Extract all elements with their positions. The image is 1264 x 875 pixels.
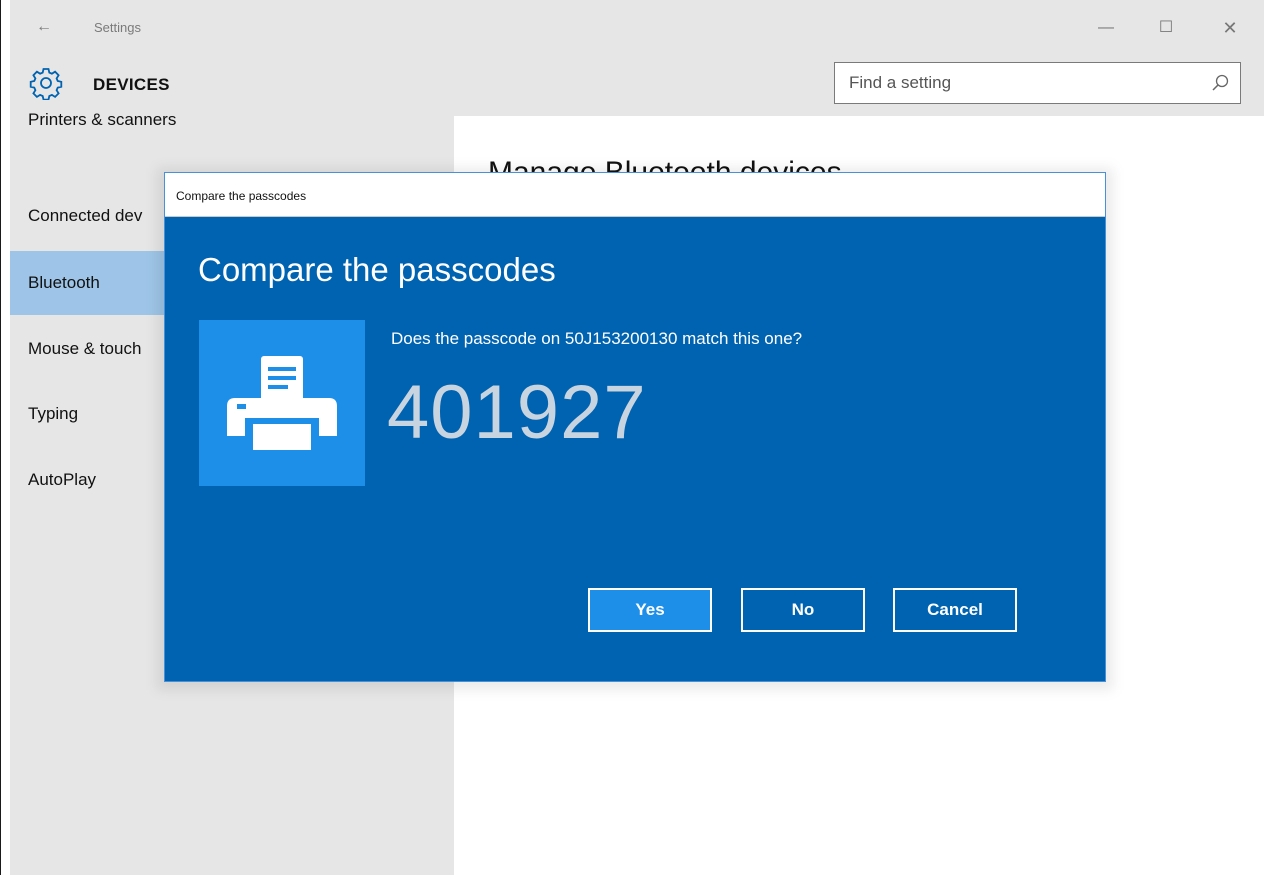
window-left-edge: [1, 0, 10, 875]
sidebar-item-label: Bluetooth: [28, 273, 100, 292]
sidebar-item-label: Connected dev: [28, 206, 143, 225]
gear-icon: [29, 68, 63, 100]
dialog-window-title: Compare the passcodes: [176, 189, 307, 203]
no-button[interactable]: No: [741, 588, 865, 632]
title-bar: ← Settings — ☐ ✕: [10, 0, 1264, 56]
dialog-title-bar: Compare the passcodes: [165, 173, 1105, 217]
compare-passcodes-dialog: Compare the passcodes Compare the passco…: [164, 172, 1106, 682]
settings-window: ← Settings — ☐ ✕ DEVICES Printers & scan…: [0, 0, 1264, 875]
passcode-value: 401927: [387, 370, 647, 455]
cancel-button[interactable]: Cancel: [893, 588, 1017, 632]
search-icon[interactable]: [1210, 73, 1230, 93]
passcode-question: Does the passcode on 50J153200130 match …: [391, 329, 803, 348]
sidebar-item-label: Mouse & touch: [28, 339, 142, 358]
sidebar-item-label: Typing: [28, 404, 79, 423]
sidebar-item-label: AutoPlay: [28, 470, 97, 489]
maximize-button[interactable]: ☐: [1146, 14, 1186, 42]
close-button[interactable]: ✕: [1210, 14, 1250, 42]
search-box[interactable]: [834, 62, 1241, 104]
device-tile: [199, 320, 365, 486]
yes-button[interactable]: Yes: [588, 588, 712, 632]
section-title: DEVICES: [93, 75, 170, 94]
search-input[interactable]: [835, 63, 1195, 103]
app-title: Settings: [94, 20, 141, 35]
printer-icon: [227, 356, 337, 450]
dialog-heading: Compare the passcodes: [198, 251, 556, 288]
minimize-button[interactable]: —: [1086, 14, 1126, 42]
back-arrow-icon[interactable]: ←: [36, 18, 52, 36]
sidebar-item-label: Printers & scanners: [28, 110, 177, 129]
